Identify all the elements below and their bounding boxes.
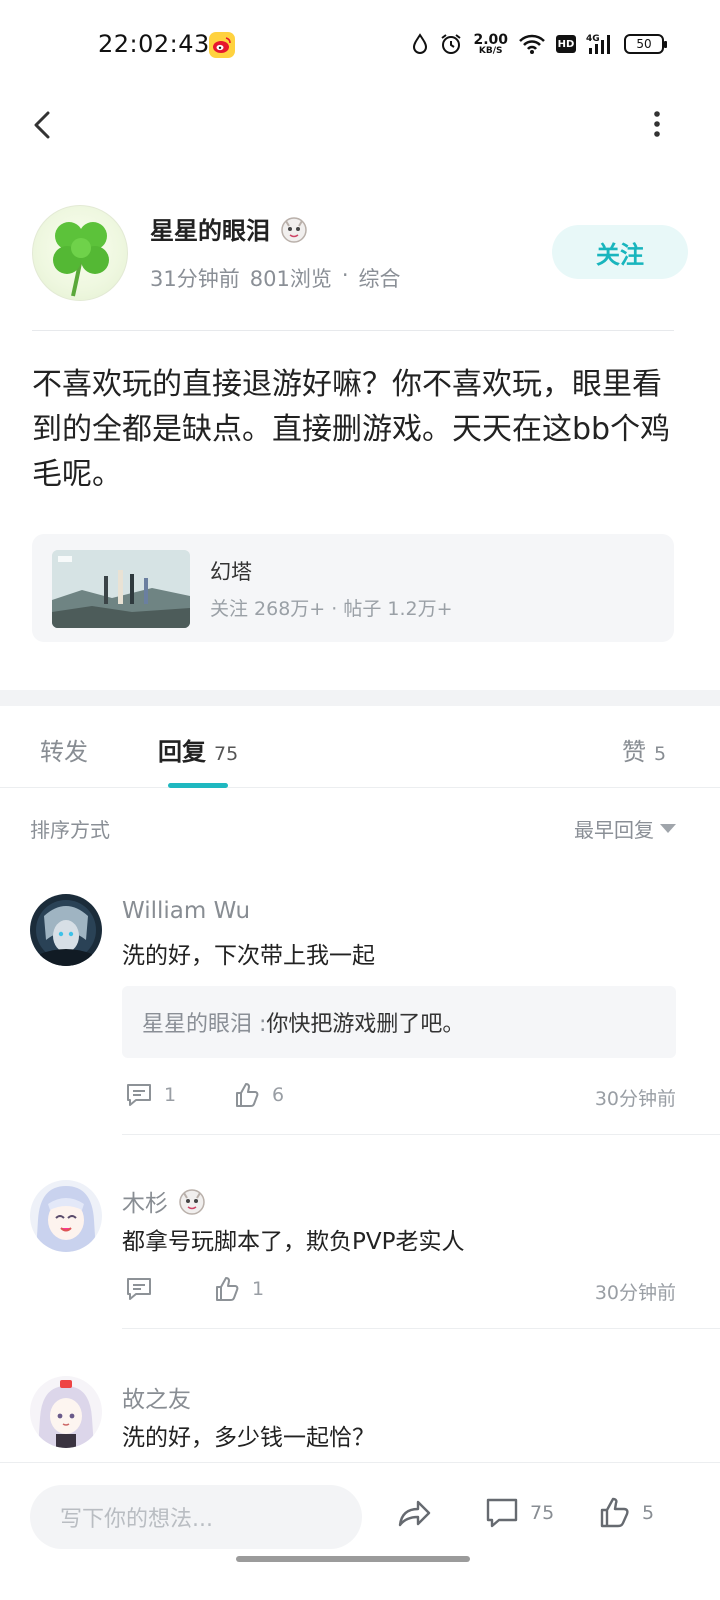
topic-card[interactable]: 幻塔 关注 268万+ · 帖子 1.2万+	[32, 534, 674, 642]
comment-item: 木杉 都拿号玩脚本了，欺负PVP老实人 1 30分钟前	[0, 1180, 720, 1330]
topic-name: 幻塔	[210, 560, 252, 584]
like-button[interactable]: 6	[232, 1080, 284, 1110]
comment-item: 故之友 洗的好，多少钱一起恰？	[0, 1376, 720, 1456]
thumbs-up-icon	[600, 1497, 629, 1528]
hd-badge: HD	[556, 35, 576, 53]
tab-reposts[interactable]: 转发	[40, 732, 88, 767]
comment-avatar[interactable]	[30, 1180, 102, 1252]
tab-reposts-label: 转发	[40, 738, 88, 766]
thumbs-up-icon	[216, 1277, 239, 1301]
like-count: 6	[272, 1084, 285, 1106]
wifi-icon	[519, 34, 545, 54]
comment-time: 30分钟前	[594, 1282, 676, 1304]
author-meta: 31分钟前 801浏览 · 综合	[150, 263, 401, 293]
comment-author[interactable]: 木杉	[122, 1184, 168, 1218]
tab-replies[interactable]: 回复 75	[158, 732, 238, 767]
reply-button[interactable]	[124, 1274, 164, 1304]
divider	[122, 1134, 720, 1135]
bottom-like-count: 5	[642, 1502, 655, 1524]
water-drop-icon	[413, 33, 428, 54]
top-nav	[0, 95, 720, 155]
bottom-like-button[interactable]: 5	[596, 1495, 654, 1531]
tab-replies-label: 回复	[158, 738, 206, 766]
like-button[interactable]: 1	[212, 1274, 264, 1304]
meta-separator: ·	[341, 263, 349, 287]
caret-down-icon	[660, 824, 676, 833]
comment-icon	[486, 1498, 518, 1528]
net-speed: 2.00 KB/S	[473, 33, 508, 56]
reply-count: 1	[164, 1084, 177, 1106]
sort-dropdown[interactable]: 最早回复	[574, 814, 676, 843]
net-speed-unit: KB/S	[478, 45, 503, 56]
section-separator	[0, 690, 720, 706]
bottom-comment-count: 75	[530, 1502, 555, 1524]
comment-actions: 1 30分钟前	[122, 1274, 676, 1310]
bottom-action-bar: 写下你的想法... 75 5	[0, 1462, 720, 1600]
tab-likes[interactable]: 赞 5	[622, 732, 666, 767]
topic-thumbnail	[52, 550, 190, 628]
battery-indicator: 50	[624, 34, 667, 54]
divider	[32, 330, 674, 331]
quoted-reply-author: 星星的眼泪 :	[142, 1012, 267, 1037]
divider	[122, 1328, 720, 1329]
author-name[interactable]: 星星的眼泪	[150, 211, 270, 246]
comment-item: William Wu 洗的好，下次带上我一起 星星的眼泪 : 你快把游戏删了吧。…	[0, 894, 720, 1136]
author-avatar[interactable]	[32, 205, 128, 301]
comment-input[interactable]: 写下你的想法...	[30, 1485, 362, 1549]
tab-likes-count: 5	[654, 743, 667, 765]
net-speed-value: 2.00	[473, 31, 508, 48]
status-icons: 2.00 KB/S HD 4G 50	[411, 28, 667, 60]
view-count: 801浏览	[249, 267, 332, 291]
share-button[interactable]	[396, 1495, 432, 1531]
active-tab-indicator	[168, 783, 228, 788]
comment-avatar[interactable]	[30, 1376, 102, 1448]
status-time: 22:02:43	[98, 30, 210, 58]
badge-icon	[179, 1189, 205, 1215]
comment-author[interactable]: William Wu	[122, 898, 250, 924]
cell-signal-icon: 4G	[586, 34, 610, 54]
post-category: 综合	[358, 267, 401, 291]
sort-value: 最早回复	[574, 818, 654, 842]
reply-button[interactable]: 1	[124, 1080, 176, 1110]
status-bar: 22:02:43 2.00 KB/S HD 4G 50	[0, 0, 720, 90]
comments-button[interactable]: 75	[484, 1495, 554, 1531]
sort-row: 排序方式 最早回复	[30, 814, 676, 844]
weibo-icon	[209, 32, 235, 58]
comment-text: 洗的好，多少钱一起恰？	[122, 1425, 375, 1451]
sort-label: 排序方式	[30, 818, 110, 842]
author-header: 星星的眼泪 31分钟前 801浏览 · 综合 关注	[32, 205, 688, 301]
thumbs-up-icon	[236, 1083, 259, 1107]
comment-author-row: 木杉	[122, 1184, 208, 1218]
topic-stats: 关注 268万+ · 帖子 1.2万+	[210, 598, 453, 620]
comment-author-row: William Wu	[122, 898, 250, 924]
post-body: 不喜欢玩的直接退游好嘛？你不喜欢玩，眼里看到的全都是缺点。直接删游戏。天天在这b…	[32, 367, 671, 492]
comment-author[interactable]: 故之友	[122, 1380, 191, 1414]
comment-author-row: 故之友	[122, 1380, 191, 1414]
share-icon	[398, 1500, 431, 1527]
more-menu-icon[interactable]	[650, 109, 664, 139]
follow-button[interactable]: 关注	[552, 225, 688, 279]
comment-time: 30分钟前	[594, 1088, 676, 1110]
back-icon[interactable]	[28, 107, 58, 143]
post-time: 31分钟前	[150, 267, 240, 291]
author-name-row: 星星的眼泪	[150, 211, 310, 246]
quoted-reply[interactable]: 星星的眼泪 : 你快把游戏删了吧。	[122, 986, 676, 1058]
tab-likes-label: 赞	[622, 738, 646, 766]
tab-replies-count: 75	[214, 743, 239, 765]
comment-icon	[127, 1084, 151, 1106]
clover-image	[53, 222, 109, 297]
tab-bar: 转发 回复 75 赞 5	[0, 706, 720, 788]
comment-icon	[127, 1278, 151, 1300]
like-count: 1	[252, 1278, 265, 1300]
quoted-reply-text: 你快把游戏删了吧。	[266, 1012, 465, 1037]
comment-text: 都拿号玩脚本了，欺负PVP老实人	[122, 1229, 465, 1255]
alarm-icon	[441, 34, 462, 54]
comment-actions: 1 6 30分钟前	[122, 1080, 676, 1116]
badge-icon	[281, 216, 307, 243]
svg-text:4G: 4G	[586, 34, 600, 44]
comment-avatar[interactable]	[30, 894, 102, 966]
comment-text: 洗的好，下次带上我一起	[122, 943, 375, 969]
home-indicator[interactable]	[236, 1556, 470, 1562]
